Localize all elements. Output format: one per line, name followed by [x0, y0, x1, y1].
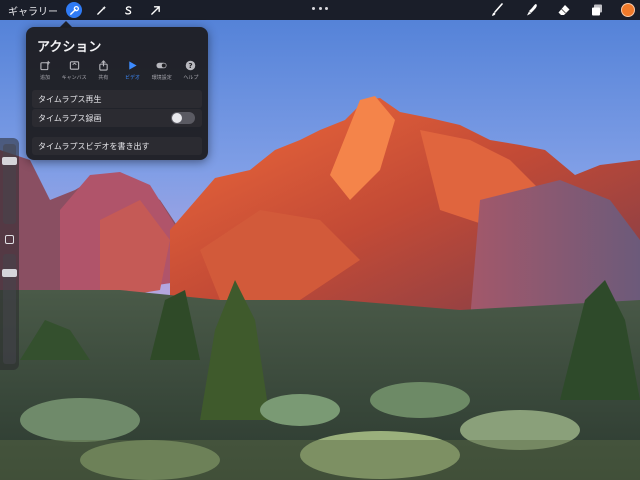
tab-label: 共有	[98, 75, 109, 81]
share-icon	[99, 59, 108, 71]
more-options-button[interactable]	[312, 2, 328, 14]
timelapse-record-toggle[interactable]	[171, 112, 195, 124]
row-label: タイムラプス再生	[38, 94, 102, 104]
gallery-button[interactable]: ギャラリー	[8, 3, 58, 18]
tab-label: ビデオ	[125, 75, 141, 81]
paint-brush-button[interactable]	[489, 2, 505, 18]
layers-button[interactable]	[589, 2, 605, 18]
add-image-icon	[39, 60, 50, 70]
actions-panel: アクション 追加 キャンバス 共有 ビデオ 環境設定 ? ヘルプ タイムラプス再…	[26, 27, 208, 160]
timelapse-record-row: タイムラプス録画	[32, 109, 202, 127]
tab-add[interactable]: 追加	[32, 59, 58, 85]
top-toolbar: ギャラリー	[0, 0, 640, 20]
adjustments-button[interactable]	[93, 2, 109, 18]
tab-label: 追加	[39, 75, 50, 81]
dot-icon	[325, 6, 328, 10]
selection-s-icon	[124, 5, 131, 15]
magic-wand-icon	[96, 5, 106, 15]
prefs-toggle-icon	[156, 62, 167, 68]
canvas-icon	[69, 60, 79, 70]
color-swatch[interactable]	[621, 3, 635, 17]
dot-icon	[318, 6, 322, 10]
smudge-icon	[527, 4, 537, 16]
tab-preferences[interactable]: 環境設定	[149, 59, 175, 85]
actions-button[interactable]	[66, 2, 82, 18]
brush-size-slider[interactable]	[2, 144, 17, 224]
layers-icon	[592, 4, 602, 16]
eraser-icon	[558, 5, 570, 15]
wrench-icon	[69, 5, 79, 15]
opacity-slider[interactable]	[2, 254, 17, 364]
left-sidebar	[0, 138, 19, 370]
video-play-icon	[129, 60, 137, 70]
brush-size-thumb[interactable]	[2, 157, 17, 165]
tab-label: ヘルプ	[183, 75, 199, 81]
smudge-button[interactable]	[524, 2, 540, 18]
row-label: タイムラプス録画	[38, 113, 102, 123]
tab-label: キャンバス	[61, 75, 87, 81]
eraser-button[interactable]	[556, 2, 572, 18]
timelapse-export-row[interactable]: タイムラプスビデオを書き出す	[32, 137, 202, 155]
toggle-knob	[172, 113, 182, 123]
panel-title: アクション	[37, 40, 102, 55]
tab-share[interactable]: 共有	[90, 59, 116, 85]
selection-button[interactable]	[120, 2, 136, 18]
dot-icon	[312, 6, 315, 10]
tab-video[interactable]: ビデオ	[120, 59, 146, 85]
opacity-thumb[interactable]	[2, 269, 17, 277]
modify-square-button[interactable]	[5, 235, 14, 244]
tab-canvas[interactable]: キャンバス	[61, 59, 87, 85]
timelapse-replay-row[interactable]: タイムラプス再生	[32, 90, 202, 108]
tab-help[interactable]: ? ヘルプ	[178, 59, 204, 85]
transform-button[interactable]	[147, 2, 163, 18]
brush-icon	[492, 3, 503, 16]
svg-text:?: ?	[189, 61, 193, 70]
row-label: タイムラプスビデオを書き出す	[38, 141, 150, 151]
tab-label: 環境設定	[151, 75, 172, 81]
transform-arrow-icon	[150, 5, 160, 15]
help-icon: ?	[186, 60, 196, 70]
action-tabs: 追加 キャンバス 共有 ビデオ 環境設定 ? ヘルプ	[32, 59, 204, 85]
